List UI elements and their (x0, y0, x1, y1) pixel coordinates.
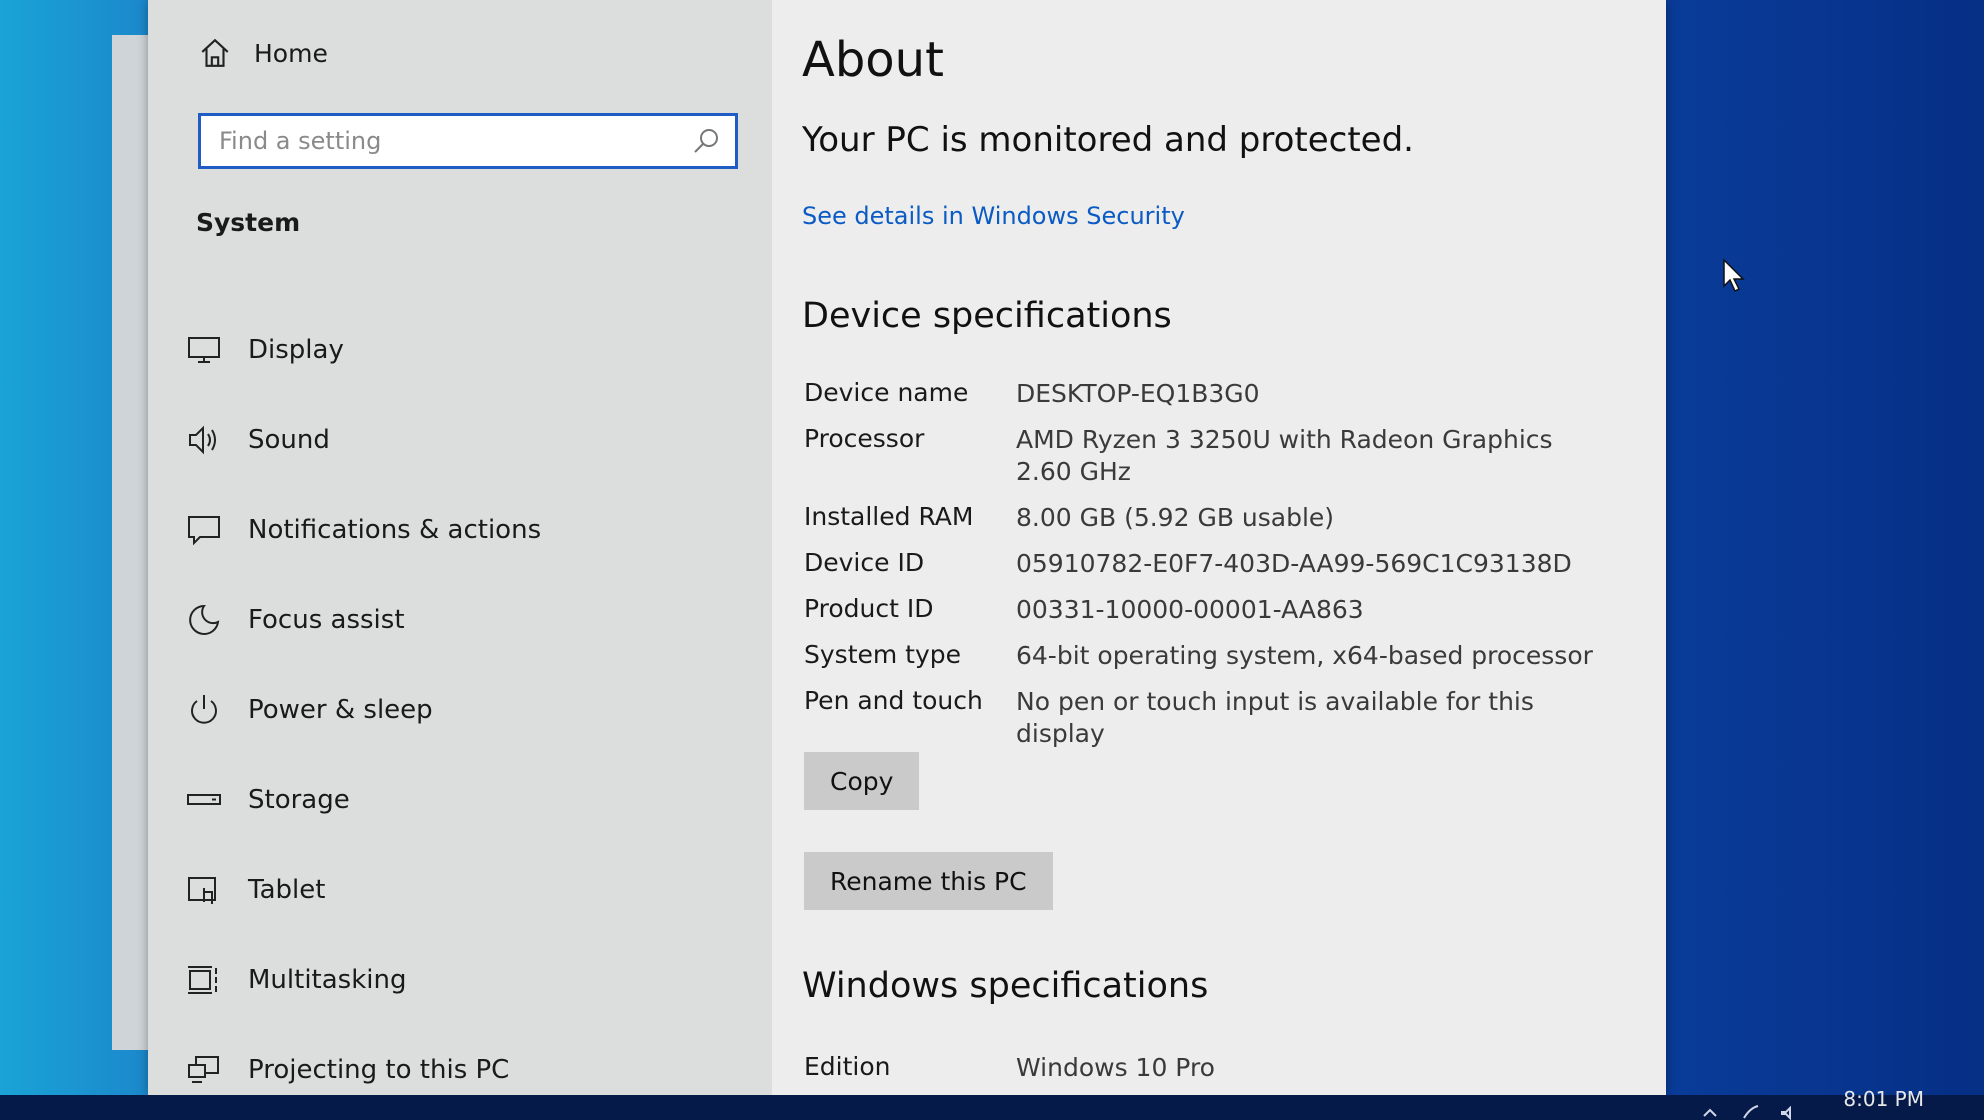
spec-key: Edition (804, 1052, 891, 1081)
sidebar-item-label: Projecting to this PC (248, 1055, 510, 1085)
sidebar-item-label: Sound (248, 425, 330, 455)
spec-value: AMD Ryzen 3 3250U with Radeon Graphics 2… (1016, 424, 1624, 502)
sidebar-item-storage[interactable]: Storage (186, 755, 746, 845)
spec-key: Device ID (804, 548, 925, 577)
sidebar-item-power-sleep[interactable]: Power & sleep (186, 665, 746, 755)
sidebar-item-label: Power & sleep (248, 695, 433, 725)
spec-value: 64-bit operating system, x64-based proce… (1016, 641, 1593, 670)
sidebar-item-projecting[interactable]: Projecting to this PC (186, 1025, 746, 1095)
search-box[interactable] (198, 113, 738, 169)
spec-value: 00331-10000-00001-AA863 (1016, 595, 1364, 624)
sidebar-item-focus-assist[interactable]: Focus assist (186, 575, 746, 665)
rename-pc-button[interactable]: Rename this PC (804, 852, 1053, 910)
home-label: Home (254, 38, 328, 68)
spec-row: System type 64-bit operating system, x64… (804, 640, 1624, 686)
power-icon (191, 695, 217, 724)
page-title: About (802, 32, 944, 88)
sidebar-item-multitasking[interactable]: Multitasking (186, 935, 746, 1025)
spec-key: Installed RAM (804, 502, 974, 531)
spec-key: Device name (804, 378, 969, 407)
mouse-cursor-icon (1723, 258, 1745, 293)
spec-row: Product ID 00331-10000-00001-AA863 (804, 594, 1624, 640)
windows-security-link[interactable]: See details in Windows Security (802, 202, 1185, 230)
home-nav-item[interactable]: Home (198, 36, 328, 70)
spec-row: Pen and touch No pen or touch input is a… (804, 686, 1624, 750)
spec-key: Pen and touch (804, 686, 983, 715)
sidebar-item-label: Focus assist (248, 605, 405, 635)
copy-button[interactable]: Copy (804, 752, 920, 810)
sidebar-item-label: Multitasking (248, 965, 407, 995)
multitasking-icon (188, 966, 217, 994)
sidebar-item-tablet[interactable]: Tablet (186, 845, 746, 935)
device-specs-table: Device name DESKTOP-EQ1B3G0 Processor AM… (804, 378, 1624, 750)
spec-value: DESKTOP-EQ1B3G0 (1016, 379, 1260, 408)
home-icon (201, 38, 229, 67)
sidebar-item-notifications[interactable]: Notifications & actions (186, 485, 746, 575)
spec-value: 8.00 GB (5.92 GB usable) (1016, 503, 1335, 532)
spec-row: Edition Windows 10 Pro (804, 1052, 1624, 1095)
protection-status: Your PC is monitored and protected. (802, 120, 1414, 160)
sidebar-item-display[interactable]: Display (186, 305, 746, 395)
processor-name: AMD Ryzen 3 3250U with Radeon Graphics (1016, 425, 1553, 454)
sound-icon (189, 425, 216, 455)
storage-icon (187, 794, 221, 805)
projecting-icon (188, 1056, 219, 1083)
notifications-icon (188, 516, 220, 546)
spec-value: No pen or touch input is available for t… (1016, 687, 1534, 748)
spec-row: Processor AMD Ryzen 3 3250U with Radeon … (804, 424, 1624, 502)
taskbar-clock[interactable]: 8:01 PM (1843, 1087, 1924, 1111)
sidebar-nav: Display Sound Notifications & actions Fo… (186, 305, 746, 1095)
spec-key: Product ID (804, 594, 934, 623)
settings-window: Home System Display (148, 0, 1666, 1095)
system-tray-icons[interactable] (1694, 1100, 1814, 1120)
sidebar-item-sound[interactable]: Sound (186, 395, 746, 485)
search-input[interactable] (201, 115, 691, 167)
sidebar: Home System Display (148, 0, 772, 1095)
device-specs-heading: Device specifications (802, 296, 1172, 336)
focus-assist-icon (189, 604, 220, 635)
spec-row: Installed RAM 8.00 GB (5.92 GB usable) (804, 502, 1624, 548)
spec-value: 05910782-E0F7-403D-AA99-569C1C93138D (1016, 549, 1572, 578)
content-pane: About Your PC is monitored and protected… (772, 0, 1666, 1095)
windows-specs-heading: Windows specifications (802, 966, 1209, 1006)
sidebar-item-label: Storage (248, 785, 350, 815)
spec-row: Device ID 05910782-E0F7-403D-AA99-569C1C… (804, 548, 1624, 594)
sidebar-item-label: Display (248, 335, 344, 365)
section-label-system: System (196, 208, 301, 237)
spec-value: Windows 10 Pro (1016, 1053, 1215, 1082)
taskbar (0, 1095, 1984, 1120)
tablet-icon (188, 877, 216, 904)
spec-key: Processor (804, 424, 925, 453)
processor-speed: 2.60 GHz (1016, 457, 1131, 486)
sidebar-item-label: Notifications & actions (248, 515, 542, 545)
windows-specs-table: Edition Windows 10 Pro (804, 1052, 1624, 1095)
display-icon (188, 337, 220, 363)
spec-key: System type (804, 640, 962, 669)
search-icon[interactable] (691, 126, 721, 156)
spec-row: Device name DESKTOP-EQ1B3G0 (804, 378, 1624, 424)
sidebar-item-label: Tablet (248, 875, 326, 905)
